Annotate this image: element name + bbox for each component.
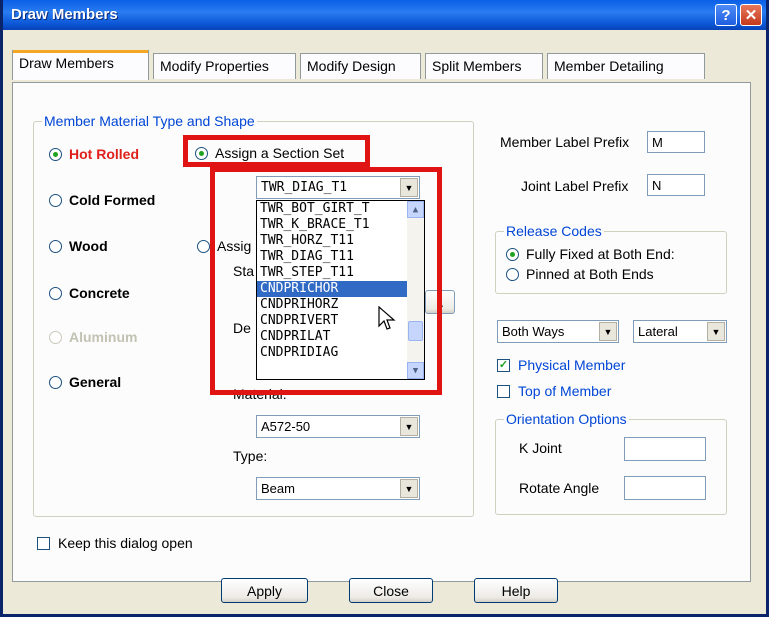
apply-button[interactable]: Apply: [221, 578, 308, 603]
k-joint-label: K Joint: [519, 440, 562, 456]
type-select[interactable]: Beam ▼: [256, 477, 420, 500]
pinned-label: Pinned at Both Ends: [526, 266, 654, 282]
tab-draw-members[interactable]: Draw Members: [12, 50, 149, 80]
radio-wood[interactable]: Wood: [49, 238, 108, 254]
tab-member-detailing[interactable]: Member Detailing: [547, 53, 705, 79]
scroll-down-icon[interactable]: ▼: [407, 362, 424, 379]
orientation-group: Orientation Options: [495, 411, 727, 515]
cold-formed-label: Cold Formed: [69, 192, 156, 208]
chevron-down-icon[interactable]: ▼: [599, 322, 617, 341]
list-item[interactable]: TWR_HORZ_T11: [257, 233, 424, 249]
list-item-selected[interactable]: CNDPRICHOR: [257, 281, 424, 297]
radio-indicator: [49, 375, 62, 389]
scroll-up-icon[interactable]: ▲: [407, 201, 424, 218]
rotate-angle-input[interactable]: [624, 476, 706, 500]
type-label: Type:: [233, 448, 268, 464]
radio-pinned[interactable]: Pinned at Both Ends: [506, 266, 654, 282]
apply-label: Apply: [246, 582, 283, 599]
list-item[interactable]: CNDPRIVERT: [257, 313, 424, 329]
list-item[interactable]: TWR_BOT_GIRT_T: [257, 201, 424, 217]
member-prefix-input[interactable]: M: [647, 131, 705, 153]
assign-section-set-label: Assign a Section Set: [215, 145, 345, 161]
close-button[interactable]: Close: [349, 578, 433, 603]
scroll-thumb[interactable]: [408, 321, 423, 341]
k-joint-input[interactable]: [624, 437, 706, 461]
radio-indicator: [49, 193, 62, 207]
tab-modify-design[interactable]: Modify Design: [300, 53, 421, 79]
concrete-label: Concrete: [69, 285, 130, 301]
physical-member-label: Physical Member: [518, 357, 626, 373]
tab-modify-properties[interactable]: Modify Properties: [153, 53, 296, 79]
physical-member-checkbox[interactable]: ✓ Physical Member: [497, 357, 625, 373]
radio-indicator: [506, 267, 519, 281]
radio-indicator: [506, 247, 519, 261]
type-value: Beam: [261, 481, 295, 496]
member-prefix-label: Member Label Prefix: [500, 134, 630, 150]
help-label: Help: [501, 582, 531, 599]
radio-indicator: [49, 286, 62, 300]
radio-indicator: [49, 147, 62, 161]
list-item[interactable]: TWR_K_BRACE_T1: [257, 217, 424, 233]
radio-assign-section-set[interactable]: Assign a Section Set: [195, 145, 344, 161]
keep-open-label: Keep this dialog open: [58, 535, 193, 551]
section-set-value: TWR_DIAG_T1: [261, 180, 348, 195]
radio-aluminum: Aluminum: [49, 329, 137, 345]
chevron-down-icon[interactable]: ▼: [707, 322, 725, 341]
chevron-down-icon[interactable]: ▼: [400, 417, 418, 436]
window-title: Draw Members: [11, 6, 118, 23]
checkbox-box: [37, 536, 50, 550]
release-codes-group: Release Codes: [495, 223, 727, 294]
close-label: Close: [373, 582, 409, 599]
title-bar[interactable]: Draw Members ? ✕: [3, 0, 766, 30]
list-item[interactable]: TWR_STEP_T11: [257, 265, 424, 281]
general-label: General: [69, 374, 122, 390]
hot-rolled-label: Hot Rolled: [69, 146, 139, 162]
section-set-select[interactable]: TWR_DIAG_T1 ▼: [256, 176, 420, 199]
radio-fully-fixed[interactable]: Fully Fixed at Both End:: [506, 246, 675, 262]
close-icon[interactable]: ✕: [740, 4, 762, 26]
rotate-angle-label: Rotate Angle: [519, 480, 600, 496]
fully-fixed-label: Fully Fixed at Both End:: [526, 246, 675, 262]
keep-open-checkbox[interactable]: Keep this dialog open: [37, 535, 193, 551]
radio-indicator: [195, 146, 208, 160]
check-icon: ✓: [497, 358, 510, 372]
dropdown-scrollbar[interactable]: ▲ ▼: [407, 201, 424, 379]
chevron-down-icon[interactable]: ▼: [400, 479, 418, 498]
radio-cold-formed[interactable]: Cold Formed: [49, 192, 155, 208]
radio-indicator: [49, 239, 62, 253]
material-value: A572-50: [261, 419, 311, 434]
radio-hot-rolled[interactable]: Hot Rolled: [49, 146, 139, 162]
radio-general[interactable]: General: [49, 374, 121, 390]
aluminum-label: Aluminum: [69, 329, 138, 345]
section-set-dropdown-list[interactable]: TWR_BOT_GIRT_T TWR_K_BRACE_T1 TWR_HORZ_T…: [256, 200, 425, 380]
radio-indicator: [49, 330, 62, 344]
direction-value: Both Ways: [502, 324, 565, 339]
material-select[interactable]: A572-50 ▼: [256, 415, 420, 438]
top-of-member-checkbox[interactable]: Top of Member: [497, 383, 611, 399]
help-button[interactable]: Help: [474, 578, 558, 603]
material-group-title: Member Material Type and Shape: [42, 113, 257, 129]
joint-prefix-label: Joint Label Prefix: [521, 178, 629, 194]
joint-prefix-input[interactable]: N: [647, 174, 705, 196]
wood-label: Wood: [69, 238, 108, 254]
mouse-pointer-icon: [378, 306, 396, 330]
list-item[interactable]: TWR_DIAG_T11: [257, 249, 424, 265]
list-item[interactable]: CNDPRIHORZ: [257, 297, 424, 313]
top-of-member-label: Top of Member: [518, 383, 612, 399]
axis-value: Lateral: [638, 324, 678, 339]
checkbox-box: [497, 384, 510, 398]
release-codes-title: Release Codes: [504, 223, 604, 239]
radio-concrete[interactable]: Concrete: [49, 285, 130, 301]
list-item[interactable]: CNDPRIDIAG: [257, 345, 424, 361]
direction-select[interactable]: Both Ways ▼: [497, 320, 619, 343]
list-item[interactable]: CNDPRILAT: [257, 329, 424, 345]
radio-indicator: [197, 239, 210, 253]
tab-split-members[interactable]: Split Members: [425, 53, 543, 79]
chevron-down-icon[interactable]: ▼: [400, 178, 418, 197]
axis-select[interactable]: Lateral ▼: [633, 320, 727, 343]
help-icon[interactable]: ?: [715, 4, 737, 26]
orientation-title: Orientation Options: [504, 411, 629, 427]
